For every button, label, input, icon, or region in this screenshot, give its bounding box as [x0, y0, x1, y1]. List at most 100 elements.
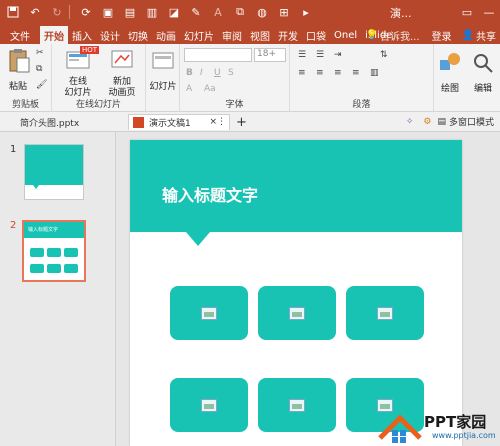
slide-editor-canvas[interactable]: 输入标题文字 [116, 132, 500, 446]
tab-onekey[interactable]: Onel [330, 26, 361, 44]
format-icon[interactable]: ▥ [143, 3, 161, 21]
bullets-icon[interactable]: ☰ [298, 50, 306, 60]
picture-placeholder-card[interactable] [346, 286, 424, 340]
tab-animations[interactable]: 动画 [152, 26, 180, 44]
thumb-1-header [25, 145, 83, 185]
tab-file[interactable]: 文件 [0, 26, 40, 44]
share-button[interactable]: 共享 [476, 28, 496, 43]
bold-icon[interactable]: B [186, 68, 193, 78]
hot-badge: HOT [80, 46, 100, 54]
font-name-field[interactable] [184, 48, 252, 62]
picture-placeholder-card[interactable] [170, 378, 248, 432]
settings-icon[interactable]: ⚙ [423, 117, 431, 127]
doc-tab-2-label: 演示文稿1 [149, 119, 191, 129]
tab-transitions[interactable]: 切换 [124, 26, 152, 44]
online-slide-label: 在线 幻灯片 [64, 77, 92, 98]
text-direction-icon[interactable]: ⇅ [380, 50, 388, 60]
strike-icon[interactable]: S [228, 68, 234, 78]
align-right-icon[interactable]: ≡ [334, 68, 342, 78]
tab-developer[interactable]: 开发 [274, 26, 302, 44]
lightbulb-icon: 💡 [365, 29, 378, 41]
thumb-1-pointer [33, 185, 39, 189]
paragraph-group: ☰ ☰ ⇥ ⇅ ≡ ≡ ≡ ≡ ▥ 段落 [290, 44, 434, 112]
numbering-icon[interactable]: ☰ [316, 50, 324, 60]
online-slides-group: HOT 在线 幻灯片 新加 动画页 在线幻灯片 [52, 44, 146, 112]
font-color-icon[interactable]: A [186, 84, 192, 94]
thumb-2-card [47, 248, 61, 257]
grid-icon[interactable]: ⊞ [275, 3, 293, 21]
pen-icon[interactable]: ✎ [187, 3, 205, 21]
close-tab-icon[interactable]: × [209, 117, 217, 127]
ribbon-display-icon[interactable]: ▭ [456, 0, 478, 24]
save-icon[interactable] [4, 3, 22, 21]
case-icon[interactable]: Aa [204, 84, 216, 94]
draw-button[interactable]: 绘图 [436, 50, 464, 94]
print-icon[interactable]: ▤ [121, 3, 139, 21]
picture-placeholder-card[interactable] [258, 378, 336, 432]
tab-design[interactable]: 设计 [96, 26, 124, 44]
columns-icon[interactable]: ▥ [370, 68, 379, 78]
paragraph-group-label: 段落 [352, 100, 371, 110]
minimize-icon[interactable]: — [478, 0, 500, 24]
paste-label: 粘贴 [8, 82, 27, 92]
window-icon[interactable]: ▣ [99, 3, 117, 21]
multi-window-button[interactable]: 多窗口模式 [449, 115, 494, 128]
picture-icon [377, 306, 393, 320]
tab-review[interactable]: 审阅 [218, 26, 246, 44]
ribbon-tabs: 文件 开始 插入 设计 切换 动画 幻灯片 审阅 视图 开发 口袋 Onel i… [0, 24, 500, 44]
shape-icon[interactable]: ◪ [165, 3, 183, 21]
multi-window-icon[interactable]: ▤ [437, 117, 446, 127]
online-slide-button[interactable]: HOT 在线 幻灯片 [60, 46, 100, 99]
edit-label: 编辑 [473, 84, 492, 94]
tab-pocket[interactable]: 口袋 [302, 26, 330, 44]
slide-thumbnail-2[interactable]: 输入标题文字 [22, 220, 86, 282]
pin-icon[interactable]: ✧ [406, 117, 414, 127]
align-center-icon[interactable]: ≡ [316, 68, 324, 78]
font-group: 18+ B I U S A Aa 字体 [180, 44, 290, 112]
paste-button[interactable]: 粘贴 [6, 48, 30, 92]
tab-insert[interactable]: 插入 [68, 26, 96, 44]
slide-title[interactable]: 输入标题文字 [162, 182, 258, 206]
new-animation-button[interactable]: 新加 动画页 [104, 46, 140, 99]
pptx-icon [133, 117, 144, 128]
repeat-icon[interactable]: ⟳ [77, 3, 95, 21]
picture-placeholder-card[interactable] [258, 286, 336, 340]
more-icon[interactable]: ▸ [297, 3, 315, 21]
picture-placeholder-card[interactable] [170, 286, 248, 340]
slide-thumbnails-panel: 1 2 输入标题文字 [0, 132, 116, 446]
align-left-icon[interactable]: ≡ [298, 68, 306, 78]
clipboard-group: 粘贴 ✂ ⧉ 🖌 剪贴板 [0, 44, 52, 112]
slide-header-pointer [186, 232, 210, 246]
new-tab-button[interactable]: + [236, 114, 247, 130]
tab-view[interactable]: 视图 [246, 26, 274, 44]
tell-me-field[interactable]: 告诉我... [380, 28, 420, 43]
indent-icon[interactable]: ⇥ [334, 50, 342, 60]
current-slide[interactable]: 输入标题文字 [130, 140, 462, 446]
justify-icon[interactable]: ≡ [352, 68, 360, 78]
palette-icon[interactable]: ◍ [253, 3, 271, 21]
tab-slideshow[interactable]: 幻灯片 [180, 26, 218, 44]
format-painter-icon[interactable]: 🖌 [36, 80, 47, 90]
shapes-icon [440, 53, 460, 70]
italic-icon[interactable]: I [200, 68, 203, 78]
new-animation-label: 新加 动画页 [108, 77, 136, 98]
copy-small-icon[interactable]: ⧉ [36, 64, 42, 74]
redo-icon[interactable]: ↻ [48, 3, 66, 21]
underline-icon[interactable]: U [214, 68, 221, 78]
login-link[interactable]: 登录 [432, 28, 452, 43]
slide-thumbnail-1[interactable] [24, 144, 84, 200]
edit-button[interactable]: 编辑 [468, 50, 498, 94]
undo-icon[interactable]: ↶ [26, 3, 44, 21]
search-icon [474, 54, 493, 73]
tab-home[interactable]: 开始 [40, 26, 68, 44]
cut-icon[interactable]: ✂ [36, 48, 44, 58]
share-icon[interactable]: 👤 [462, 30, 474, 41]
text-a-icon[interactable]: A [209, 3, 227, 21]
tab-menu-icon[interactable]: ⋮ [217, 117, 226, 127]
font-size-field[interactable]: 18+ [254, 48, 286, 62]
doc-tab-tools: ✧ ⚙ ▤ 多窗口模式 [406, 115, 494, 129]
doc-tab-1[interactable]: 简介头图.pptx [6, 114, 126, 130]
copy-icon[interactable]: ⧉ [231, 3, 249, 21]
doc-tab-2[interactable]: 演示文稿1 × ⋮ [128, 114, 230, 130]
slides-button[interactable]: 幻灯片 [148, 48, 178, 92]
